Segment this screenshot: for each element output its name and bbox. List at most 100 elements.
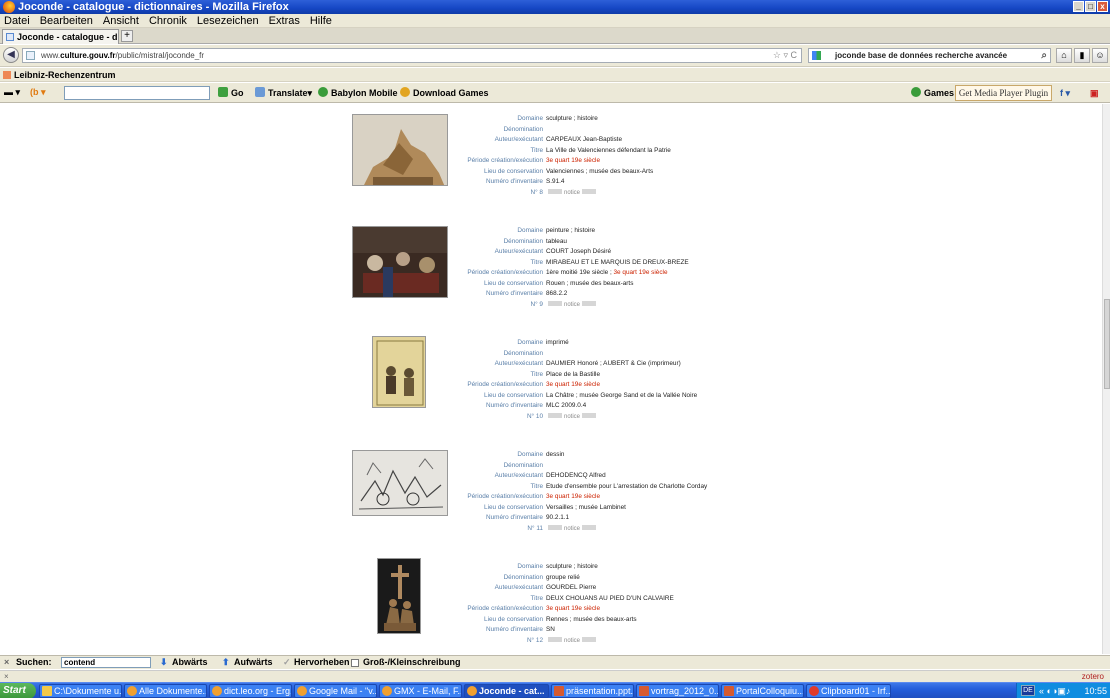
babylon-label: Babylon Mobile (331, 88, 398, 98)
page-content: Domaine sculpture ; histoire Dénomination… (0, 104, 1102, 654)
youtube-icon[interactable]: ▣ (1090, 87, 1099, 99)
toolbar-search-input[interactable] (64, 86, 210, 100)
bookmark-star-icon[interactable]: ☆ ▿ C (773, 49, 797, 62)
record-item: Domaine sculpture ; histoire Dénomination… (0, 104, 1102, 234)
notice-link[interactable]: notice (564, 526, 580, 532)
language-indicator[interactable]: DE (1021, 685, 1035, 696)
search-bar[interactable]: joconde base de données recherche avancé… (808, 48, 1051, 63)
label-domaine: Domaine (517, 115, 543, 122)
value-periode-link[interactable]: 3e quart 19e siècle (546, 157, 600, 164)
notice-link[interactable]: notice (564, 638, 580, 644)
go-button[interactable]: Go (218, 87, 244, 99)
taskbar-item[interactable]: Alle Dokumente... (124, 684, 207, 698)
label-lieu: Lieu de conservation (484, 279, 543, 287)
back-button[interactable]: ◀ (3, 47, 19, 63)
clock: 10:55 (1084, 686, 1107, 696)
artwork-thumbnail-sculpture-group[interactable] (377, 558, 421, 634)
url-bar[interactable]: www.culture.gouv.fr/public/mistral/jocon… (22, 48, 802, 63)
case-sensitive-checkbox[interactable] (351, 659, 359, 667)
notice-link[interactable]: notice (564, 414, 580, 420)
media-player-button[interactable]: Get Media Player Plugin (955, 85, 1052, 101)
search-icon[interactable]: ⌕ (1041, 49, 1047, 62)
download-games-button[interactable]: Download Games (400, 87, 489, 99)
label-periode: Période création/exécution (467, 157, 543, 164)
value-periode-link[interactable]: 3e quart 19e siècle (546, 493, 600, 500)
value-periode-link[interactable]: 3e quart 19e siècle (614, 269, 668, 276)
value-titre: La Ville de Valenciennes défendant la Pa… (546, 146, 671, 154)
taskbar-item[interactable]: vortrag_2012_0... (636, 684, 719, 698)
bookmarks-icon[interactable]: ▮ (1074, 48, 1090, 63)
notice-bar-right (582, 636, 597, 642)
menu-hilfe[interactable]: Hilfe (308, 14, 334, 27)
arrow-down-icon: ⬇ (160, 657, 168, 667)
value-inventaire: S.91.4 (546, 178, 565, 185)
label-auteur: Auteur/exécutant (494, 136, 543, 143)
taskbar-item[interactable]: GMX - E-Mail, F... (379, 684, 462, 698)
taskbar-item-active[interactable]: Joconde - cat... (464, 684, 549, 698)
facebook-icon[interactable]: f ▾ (1060, 87, 1070, 99)
search-engine-icon[interactable] (812, 51, 821, 60)
tray-icons[interactable]: « ◐◑▣♪ (1039, 683, 1070, 698)
value-periode-link[interactable]: 3e quart 19e siècle (546, 381, 600, 388)
value-inventaire: MLC 2009.0.4 (546, 402, 587, 409)
notice-bar-left (548, 412, 562, 418)
taskbar-item[interactable]: dict.leo.org - Erg... (209, 684, 292, 698)
taskbar-item[interactable]: Google Mail - "v... (294, 684, 377, 698)
label-denomination: Dénomination (503, 237, 543, 245)
games-button[interactable]: Games (911, 87, 954, 99)
notice-link[interactable]: notice (564, 190, 580, 196)
toolbar-logo-icon[interactable]: (b ▾ (30, 86, 46, 98)
record-item: Domaine sculpture ; histoire Dénomination… (0, 552, 1102, 654)
taskbar-item[interactable]: PortalColloquiu... (721, 684, 804, 698)
record-number: N° 12 (526, 636, 543, 644)
find-next-button[interactable]: Abwärts (172, 656, 208, 669)
label-inventaire: Numéro d'inventaire (486, 402, 543, 409)
addon-toolbar: ▬ ▾ (b ▾ Go Translate▾ Babylon Mobile Do… (0, 83, 1110, 103)
close-icon[interactable]: x (1097, 1, 1108, 12)
menu-ansicht[interactable]: Ansicht (101, 14, 141, 27)
value-auteur: DEHODENCQ Alfred (546, 472, 606, 479)
menu-chronik[interactable]: Chronik (147, 14, 189, 27)
new-tab-button[interactable]: + (121, 30, 133, 42)
menu-bearbeiten[interactable]: Bearbeiten (38, 14, 95, 27)
artwork-thumbnail-print[interactable] (372, 336, 426, 408)
label-lieu: Lieu de conservation (484, 167, 543, 175)
tab-joconde[interactable]: Joconde - catalogue - dictionnaires (2, 29, 119, 44)
menu-extras[interactable]: Extras (267, 14, 302, 27)
translate-icon (255, 87, 265, 97)
maximize-icon[interactable]: □ (1085, 1, 1096, 12)
label-domaine: Domaine (517, 339, 543, 346)
minimize-icon[interactable]: _ (1073, 1, 1084, 12)
games-label: Games (924, 88, 955, 98)
label-inventaire: Numéro d'inventaire (486, 626, 543, 633)
find-previous-button[interactable]: Aufwärts (234, 656, 273, 669)
scrollbar-thumb[interactable] (1104, 299, 1110, 389)
value-titre: DEUX CHOUANS AU PIED D'UN CALVAIRE (546, 594, 674, 602)
bookmark-leibniz[interactable]: Leibniz-Rechenzentrum (14, 70, 116, 80)
notice-link[interactable]: notice (564, 302, 580, 308)
menu-datei[interactable]: Datei (2, 14, 32, 27)
notice-bar-right (582, 524, 597, 530)
value-periode-link[interactable]: 3e quart 19e siècle (546, 605, 600, 612)
bookmark-folder-icon (3, 71, 11, 79)
vertical-scrollbar[interactable] (1102, 104, 1110, 654)
value-lieu: Rouen ; musée des beaux-arts (546, 279, 634, 287)
babylon-button[interactable]: Babylon Mobile (318, 87, 398, 99)
taskbar-item[interactable]: präsentation.ppt... (551, 684, 634, 698)
babylon-icon (318, 87, 328, 97)
taskbar-item[interactable]: C:\Dokumente u... (39, 684, 122, 698)
start-button[interactable]: Start (0, 683, 36, 698)
find-close-icon[interactable]: × (4, 656, 9, 669)
value-auteur: GOURDEL Pierre (546, 584, 597, 591)
translate-button[interactable]: Translate▾ (255, 87, 312, 99)
highlight-button[interactable]: Hervorheben (294, 656, 350, 669)
taskbar-item[interactable]: Clipboard01 - Irf... (806, 684, 891, 698)
find-input[interactable]: contend (61, 657, 151, 668)
label-titre: Titre (530, 146, 543, 154)
record-fields: Domaine imprimé Dénomination Auteur/exécu… (420, 338, 920, 422)
addon-icon[interactable]: ☺ (1092, 48, 1108, 63)
taskbar-item-label: dict.leo.org - Erg... (224, 686, 292, 696)
home-icon[interactable]: ⌂ (1056, 48, 1072, 63)
menu-lesezeichen[interactable]: Lesezeichen (195, 14, 261, 27)
flag-icon[interactable]: ▬ ▾ (4, 86, 20, 98)
